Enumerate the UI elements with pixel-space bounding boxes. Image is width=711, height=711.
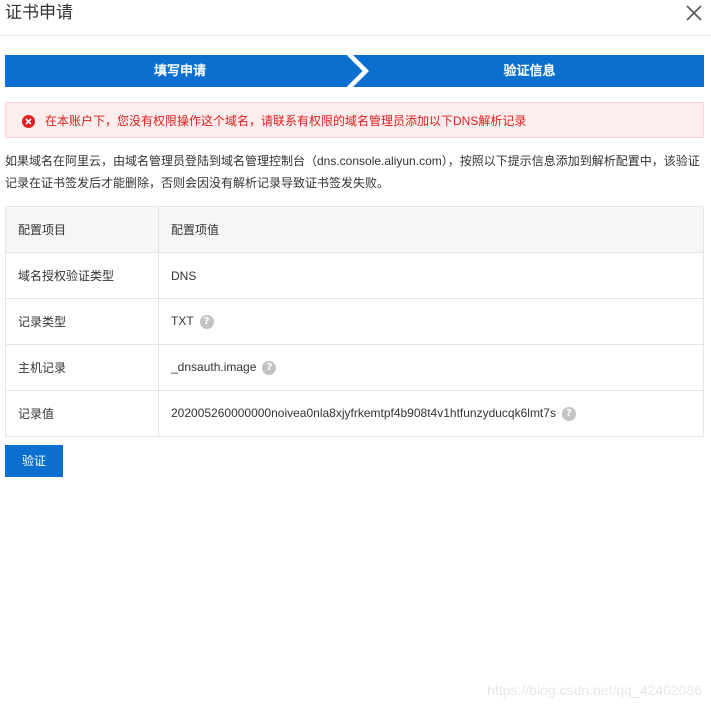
table-row: 域名授权验证类型 DNS xyxy=(5,252,704,299)
row-value: 202005260000000noivea0nla8xjyfrkemtpf4b9… xyxy=(158,390,704,437)
row-key: 域名授权验证类型 xyxy=(5,252,159,299)
instructions-text: 如果域名在阿里云，由域名管理员登陆到域名管理控制台（dns.console.al… xyxy=(5,154,700,190)
step-verify-info: 验证信息 xyxy=(503,63,556,78)
table-header-row: 配置项目 配置项值 xyxy=(5,206,704,253)
table-row: 记录类型 TXT? xyxy=(5,298,704,345)
header-config-item: 配置项目 xyxy=(5,206,159,253)
step-fill-application: 填写申请 xyxy=(153,63,206,78)
row-value: TXT? xyxy=(158,298,704,345)
record-type-value: TXT xyxy=(171,314,194,329)
close-icon[interactable] xyxy=(685,4,703,22)
row-key: 记录类型 xyxy=(5,298,159,345)
dialog-header: 证书申请 xyxy=(0,0,711,36)
alert-message: 在本账户下，您没有权限操作这个域名，请联系有权限的域名管理员添加以下DNS解析记… xyxy=(45,114,527,128)
host-record-value: _dnsauth.image xyxy=(171,360,257,375)
row-value: _dnsauth.image? xyxy=(158,344,704,391)
error-icon xyxy=(22,115,35,128)
verify-button[interactable]: 验证 xyxy=(5,445,63,477)
help-icon[interactable]: ? xyxy=(262,360,277,375)
error-alert: 在本账户下，您没有权限操作这个域名，请联系有权限的域名管理员添加以下DNS解析记… xyxy=(5,102,704,138)
table-row: 主机记录 _dnsauth.image? xyxy=(5,344,704,391)
row-value: DNS xyxy=(158,252,704,299)
record-value-value: 202005260000000noivea0nla8xjyfrkemtpf4b9… xyxy=(171,406,556,421)
help-icon[interactable]: ? xyxy=(199,314,214,329)
header-config-value: 配置项值 xyxy=(158,206,704,253)
dns-record-table: 配置项目 配置项值 域名授权验证类型 DNS 记录类型 TXT? 主机记录 _d… xyxy=(5,206,704,437)
step-indicator: 填写申请 验证信息 xyxy=(5,55,704,87)
help-icon[interactable]: ? xyxy=(561,406,576,421)
verification-type-value: DNS xyxy=(171,268,197,283)
row-key: 记录值 xyxy=(5,390,159,437)
table-row: 记录值 202005260000000noivea0nla8xjyfrkemtp… xyxy=(5,390,704,437)
dialog-title: 证书申请 xyxy=(5,3,73,22)
watermark: https://blog.csdn.net/qq_42402086 xyxy=(487,682,702,698)
row-key: 主机记录 xyxy=(5,344,159,391)
